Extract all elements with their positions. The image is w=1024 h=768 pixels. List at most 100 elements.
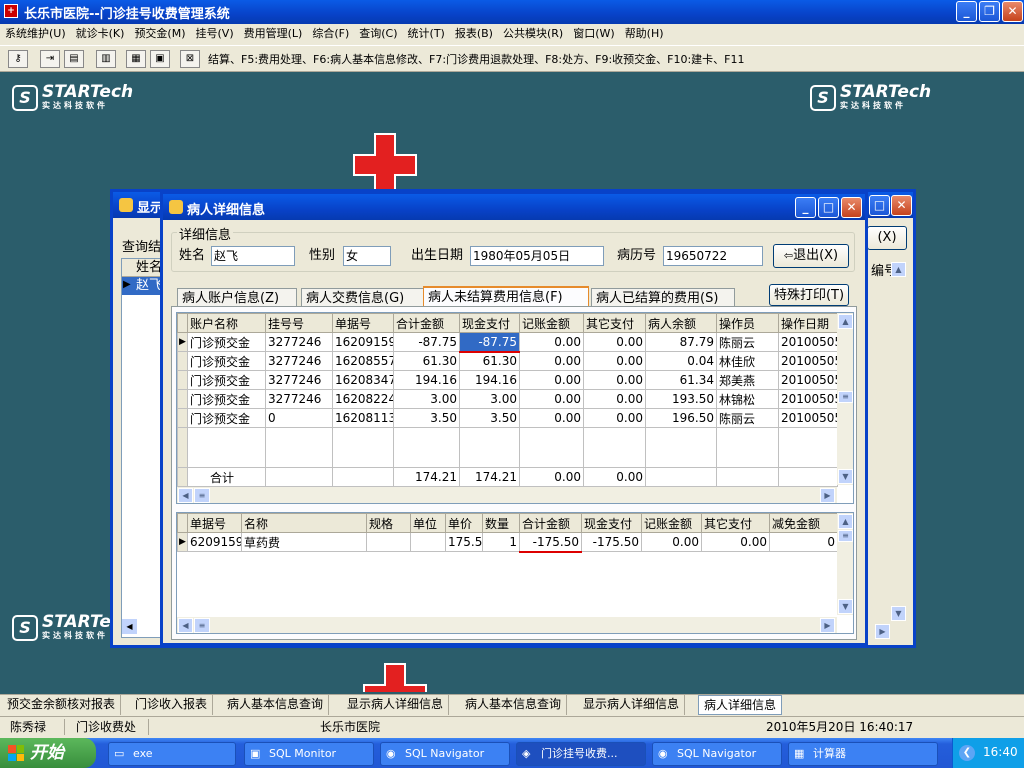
column-header[interactable]: 现金支付 [581, 513, 642, 533]
row-indicator-icon[interactable]: ▶ [177, 532, 188, 552]
table-cell[interactable]: 郑美燕 [716, 370, 779, 390]
table-cell[interactable]: 门诊预交金 [187, 351, 266, 371]
taskbar-item[interactable]: ◉ SQL Navigator [652, 742, 782, 766]
table-cell[interactable]: 0.00 [583, 389, 646, 409]
table-row[interactable]: 门诊预交金 0 16208113 3.50 3.50 0.00 0.00 196.50 陈丽云 2… [177, 408, 838, 428]
table-cell[interactable]: 0.04 [645, 351, 717, 371]
table-cell[interactable]: 20100505 [778, 408, 838, 428]
menu-item[interactable]: 综合(F) [307, 24, 354, 44]
table-cell[interactable]: 0.00 [519, 351, 584, 371]
table-cell[interactable]: 门诊预交金 [187, 332, 266, 352]
table-cell[interactable]: 0.00 [583, 408, 646, 428]
column-header[interactable]: 现金支付 [459, 313, 520, 333]
mdi-window-tab[interactable]: 显示病人详细信息 [342, 695, 450, 715]
table-cell[interactable]: 3.50 [459, 408, 520, 428]
close-button[interactable]: ✕ [1002, 1, 1023, 22]
column-header[interactable]: 其它支付 [583, 313, 646, 333]
calculator-icon[interactable]: ▦ [126, 50, 146, 68]
column-header[interactable]: 单位 [410, 513, 446, 533]
mdi-window-tab[interactable]: 病人基本信息查询 [460, 695, 568, 715]
menu-item[interactable]: 统计(T) [403, 24, 450, 44]
table-cell[interactable]: 3277246 [265, 389, 333, 409]
hscroll-left-icon[interactable]: ◀ [122, 619, 137, 634]
dialog-close-button[interactable]: ✕ [841, 197, 862, 218]
column-header[interactable]: 单价 [445, 513, 483, 533]
scroll-down-icon[interactable]: ▼ [838, 469, 853, 484]
sex-field[interactable]: 女 [343, 246, 391, 266]
table-cell[interactable]: 194.16 [393, 370, 460, 390]
table-cell[interactable]: 0.00 [701, 532, 770, 552]
column-header[interactable]: 病人余额 [645, 313, 717, 333]
row-indicator[interactable] [177, 408, 188, 428]
table-cell[interactable]: 196.50 [645, 408, 717, 428]
scroll-thumb[interactable]: ≡ [194, 618, 210, 633]
menu-item[interactable]: 费用管理(L) [239, 24, 308, 44]
special-print-button[interactable]: 特殊打印(T) [769, 284, 849, 306]
table-cell[interactable]: 20100505 [778, 370, 838, 390]
column-header[interactable]: 单据号 [187, 513, 242, 533]
table-row[interactable]: 门诊预交金 3277246 16208557 61.30 61.30 0.00 0.00 0.… [177, 351, 838, 371]
table-cell[interactable]: 87.79 [645, 332, 717, 352]
menu-item[interactable]: 系统维护(U) [0, 24, 71, 44]
menu-item[interactable]: 查询(C) [354, 24, 402, 44]
dialog-minimize-button[interactable]: _ [795, 197, 816, 218]
column-header[interactable]: 其它支付 [701, 513, 770, 533]
column-header[interactable]: 合计金额 [519, 513, 582, 533]
scroll-down-icon[interactable]: ▼ [891, 606, 906, 621]
table-cell[interactable]: 门诊预交金 [187, 389, 266, 409]
table-cell[interactable]: 16209159 [332, 332, 394, 352]
mdi-window-tab[interactable]: 门诊收入报表 [130, 695, 214, 715]
scroll-right-icon[interactable]: ▶ [820, 488, 835, 503]
lower-hscroll[interactable] [177, 617, 837, 633]
table-cell[interactable]: 3.00 [459, 389, 520, 409]
table-cell[interactable] [410, 532, 446, 552]
column-header[interactable]: 记账金额 [641, 513, 702, 533]
table-cell[interactable]: 16208347 [332, 370, 394, 390]
menu-item[interactable]: 挂号(V) [191, 24, 239, 44]
table-cell[interactable]: 16208557 [332, 351, 394, 371]
table-cell[interactable]: 1 [482, 532, 520, 552]
name-field[interactable]: 赵飞 [211, 246, 295, 266]
table-cell[interactable] [366, 532, 411, 552]
mdi-window-tab[interactable]: 病人详细信息 [698, 695, 783, 715]
table-cell[interactable]: -87.75 [393, 332, 460, 352]
menu-item[interactable]: 就诊卡(K) [71, 24, 130, 44]
mdi-window-tab[interactable]: 病人基本信息查询 [222, 695, 330, 715]
start-button[interactable]: 开始 [0, 738, 96, 768]
table-cell[interactable]: 20100505 [778, 351, 838, 371]
table-row[interactable]: 门诊预交金 3277246 16208347 194.16 194.16 0.00 0.00… [177, 370, 838, 390]
taskbar-item[interactable]: ▭ exe [108, 742, 236, 766]
back-maximize-button[interactable]: □ [869, 195, 890, 216]
column-header[interactable]: 合计金额 [393, 313, 460, 333]
row-indicator-icon[interactable]: ▶ [177, 332, 188, 352]
taskbar-item[interactable]: ◈ 门诊挂号收费... [516, 742, 646, 766]
table-cell[interactable]: 0.00 [519, 408, 584, 428]
scroll-up-icon[interactable]: ▲ [838, 514, 853, 529]
table-cell[interactable]: 61.30 [459, 351, 520, 371]
back-exit-button[interactable]: (X) [867, 226, 907, 250]
table-cell[interactable]: 3277246 [265, 332, 333, 352]
login-icon[interactable]: ⇥ [40, 50, 60, 68]
menu-item[interactable]: 窗口(W) [568, 24, 619, 44]
scroll-left-icon[interactable]: ◀ [178, 488, 193, 503]
table-cell[interactable]: 门诊预交金 [187, 370, 266, 390]
table-cell[interactable]: 20100505 [778, 332, 838, 352]
table-cell[interactable]: 175.5 [445, 532, 483, 552]
table-cell[interactable]: 3.50 [393, 408, 460, 428]
table-cell[interactable]: 0.00 [519, 370, 584, 390]
table-cell[interactable]: 3.00 [393, 389, 460, 409]
table-cell[interactable]: 0.00 [519, 389, 584, 409]
mdi-window-tab[interactable]: 显示病人详细信息 [578, 695, 686, 715]
scroll-down-icon[interactable]: ▼ [838, 599, 853, 614]
table-row[interactable]: ▶ 6209159 草药费 175.5 1 -175.50 -175.50 0.00 0.00 0 [177, 532, 838, 553]
menu-item[interactable]: 帮助(H) [620, 24, 669, 44]
row-indicator[interactable] [177, 351, 188, 371]
mdi-window-tab[interactable]: 预交金余额核对报表 [2, 695, 122, 715]
scroll-up-icon[interactable]: ▲ [891, 262, 906, 277]
tab-2[interactable]: 病人未结算费用信息(F) [423, 286, 589, 308]
column-header[interactable]: 单据号 [332, 313, 394, 333]
table-cell[interactable]: 门诊预交金 [187, 408, 266, 428]
exit-button[interactable]: ⇦退出(X) [773, 244, 849, 268]
column-header[interactable]: 规格 [366, 513, 411, 533]
column-header[interactable]: 记账金额 [519, 313, 584, 333]
